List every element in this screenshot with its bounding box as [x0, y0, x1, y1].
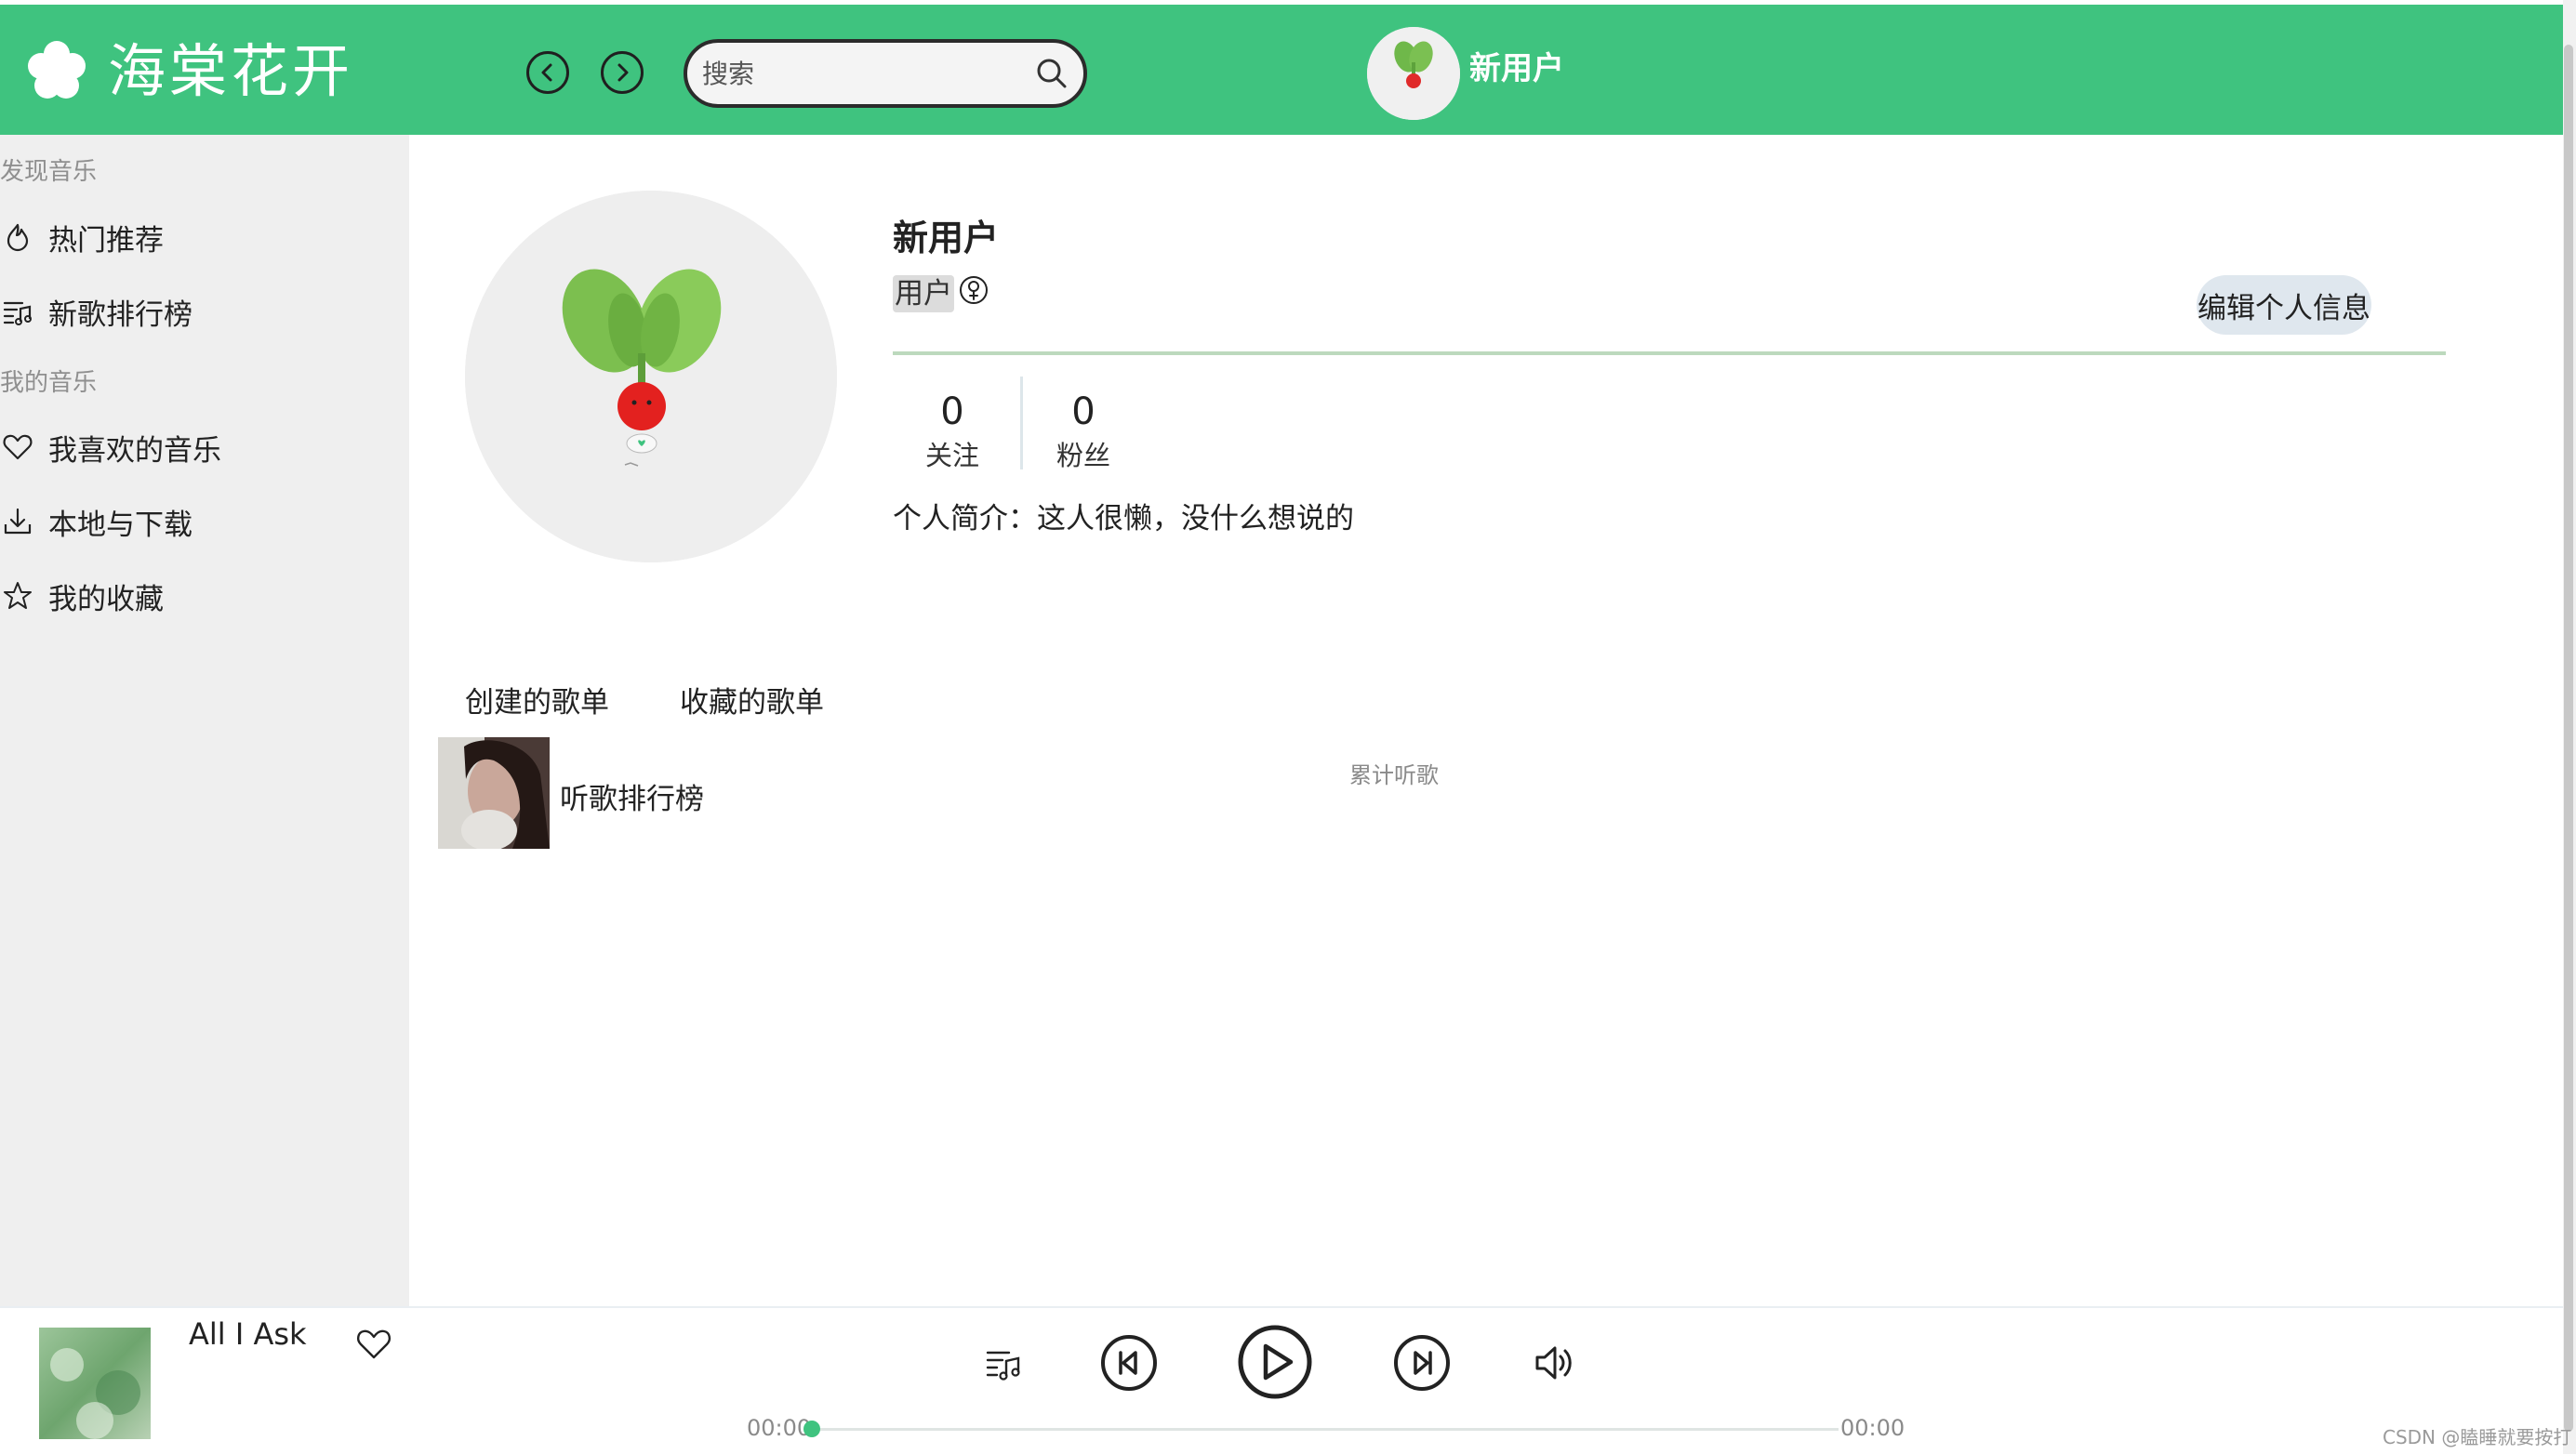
- next-track-icon[interactable]: [1392, 1333, 1452, 1393]
- search-input[interactable]: [700, 52, 1026, 95]
- sidebar-item-local-download[interactable]: 本地与下载: [0, 494, 409, 549]
- profile-divider: [893, 351, 2446, 355]
- stat-followers[interactable]: 0 粉丝: [1042, 389, 1125, 476]
- app-title: 海棠花开: [108, 37, 354, 105]
- previous-track-icon[interactable]: [1099, 1333, 1159, 1393]
- radish-avatar-icon: [1367, 27, 1460, 120]
- bio-label: 个人简介：: [893, 502, 1037, 535]
- search-box: [684, 39, 1087, 108]
- flower-logo-icon: [28, 41, 86, 99]
- scrollbar-thumb[interactable]: [2564, 45, 2573, 1432]
- sidebar-section-discover: 发现音乐: [0, 158, 98, 186]
- stat-divider: [1020, 377, 1023, 469]
- total-time: 00:00: [1840, 1415, 1905, 1441]
- back-button[interactable]: [526, 51, 569, 94]
- volume-icon[interactable]: [1533, 1341, 1577, 1385]
- listen-count-label: 累计听歌: [1349, 762, 1439, 788]
- star-icon: [4, 582, 32, 609]
- top-header: 海棠花开 新用户: [0, 5, 2563, 135]
- sidebar-item-label: 我喜欢的音乐: [48, 433, 221, 468]
- tab-created-playlists[interactable]: 创建的歌单: [465, 679, 609, 720]
- playlist-name[interactable]: 听歌排行榜: [560, 775, 704, 817]
- heart-icon: [3, 434, 33, 460]
- sidebar: 发现音乐 热门推荐 新歌排行榜 我的音乐 我喜欢的音乐 本地与下载 我的收藏: [0, 135, 409, 1306]
- radish-avatar-icon: [465, 191, 837, 562]
- sidebar-item-favorites[interactable]: 我的收藏: [0, 568, 409, 624]
- profile-name: 新用户: [893, 218, 1000, 258]
- edit-profile-button[interactable]: 编辑个人信息: [2197, 275, 2371, 335]
- sidebar-item-new-chart[interactable]: 新歌排行榜: [0, 284, 409, 339]
- header-avatar[interactable]: [1367, 27, 1460, 120]
- profile-avatar[interactable]: [465, 191, 837, 562]
- watermark: CSDN @瞌睡就要按打: [2383, 1426, 2572, 1448]
- tab-collected-playlists[interactable]: 收藏的歌单: [680, 679, 824, 720]
- sidebar-item-label: 热门推荐: [48, 223, 164, 258]
- sidebar-item-label: 本地与下载: [48, 508, 193, 542]
- play-icon[interactable]: [1237, 1324, 1313, 1400]
- progress-bar[interactable]: [803, 1421, 1839, 1437]
- stat-following[interactable]: 0 关注: [910, 389, 994, 476]
- bio-text: 这人很懒，没什么想说的: [1037, 502, 1354, 535]
- now-playing-cover[interactable]: [39, 1328, 151, 1439]
- sidebar-item-hot[interactable]: 热门推荐: [0, 209, 409, 265]
- fire-icon: [7, 223, 29, 252]
- followers-label: 粉丝: [1056, 440, 1110, 471]
- playlist-cover-image: [438, 737, 550, 849]
- forward-button[interactable]: [601, 51, 644, 94]
- followers-count: 0: [1071, 390, 1095, 433]
- female-icon: [960, 276, 988, 304]
- following-count: 0: [940, 390, 964, 433]
- bio: 个人简介：这人很懒，没什么想说的: [893, 495, 1354, 536]
- sidebar-item-label: 新歌排行榜: [48, 297, 193, 332]
- sidebar-item-label: 我的收藏: [48, 582, 164, 616]
- sidebar-section-my-music: 我的音乐: [0, 369, 98, 397]
- playlist-cover[interactable]: [438, 737, 550, 849]
- playlist-icon[interactable]: [984, 1344, 1023, 1383]
- following-label: 关注: [924, 440, 979, 471]
- sidebar-item-liked[interactable]: 我喜欢的音乐: [0, 419, 409, 475]
- album-cover-image: [39, 1328, 151, 1439]
- playlist-icon: [3, 301, 32, 325]
- chevron-left-icon: [541, 63, 552, 82]
- current-time: 00:00: [747, 1415, 812, 1441]
- progress-knob[interactable]: [803, 1421, 820, 1437]
- song-title[interactable]: All I Ask: [189, 1316, 307, 1352]
- role-badge: 用户: [893, 275, 954, 312]
- chevron-right-icon: [617, 63, 629, 82]
- header-username[interactable]: 新用户: [1469, 46, 1564, 92]
- search-icon[interactable]: [1033, 55, 1070, 92]
- heart-icon[interactable]: [355, 1326, 392, 1363]
- download-icon: [4, 508, 32, 535]
